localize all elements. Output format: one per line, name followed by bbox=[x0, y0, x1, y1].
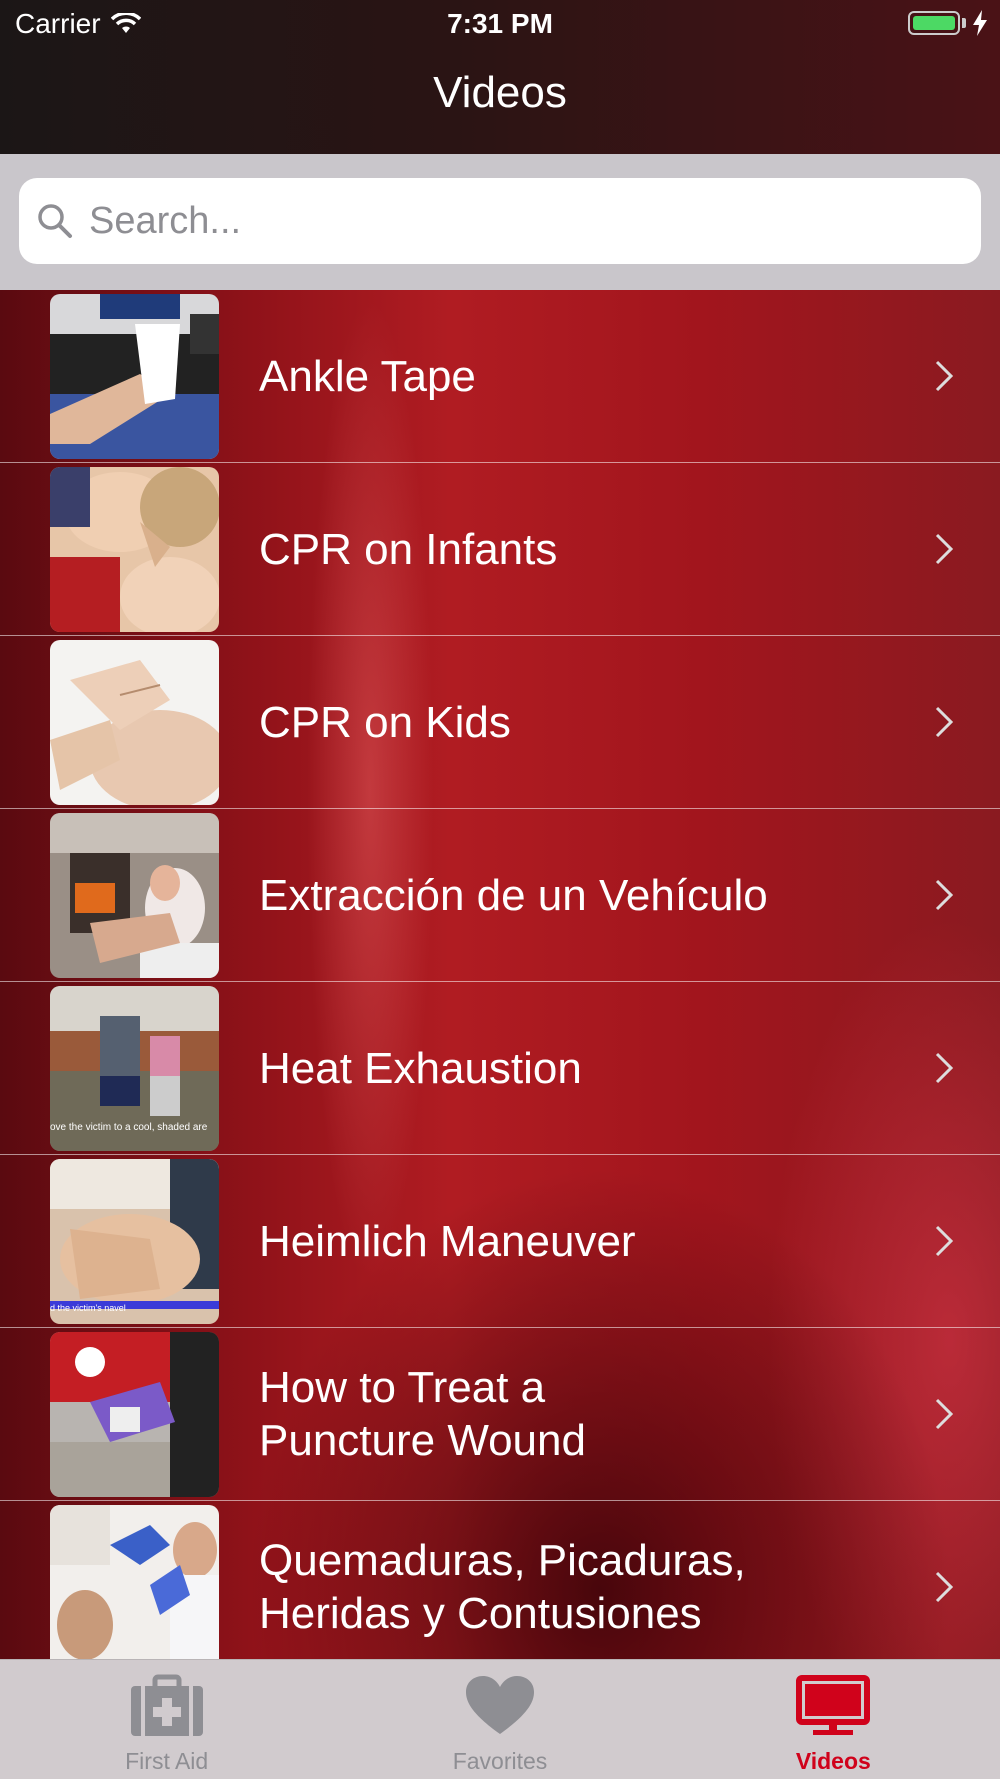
tab-favorites[interactable]: Favorites bbox=[333, 1660, 666, 1779]
chevron-right-icon bbox=[935, 360, 954, 392]
status-time: 7:31 PM bbox=[447, 8, 553, 39]
chevron-right-icon bbox=[935, 1571, 954, 1603]
video-row-extraccion[interactable]: Extracción de un Vehículo bbox=[0, 809, 1000, 982]
video-title: CPR on Kids bbox=[259, 697, 511, 747]
chevron-right-icon bbox=[935, 533, 954, 565]
video-title: How to Treat a Puncture Wound bbox=[259, 1363, 586, 1465]
video-thumbnail bbox=[50, 1332, 219, 1497]
video-row-cpr-infants[interactable]: CPR on Infants bbox=[0, 463, 1000, 636]
chevron-right-icon bbox=[935, 1052, 954, 1084]
video-thumbnail bbox=[50, 294, 219, 459]
video-thumbnail bbox=[50, 1505, 219, 1659]
chevron-right-icon bbox=[935, 706, 954, 738]
video-row-heat-exhaustion[interactable]: ove the victim to a cool, shaded are Hea… bbox=[0, 982, 1000, 1155]
video-thumbnail bbox=[50, 813, 219, 978]
tab-label: Videos bbox=[795, 1748, 871, 1774]
video-title: Ankle Tape bbox=[259, 351, 476, 401]
video-row-ankle-tape[interactable]: Ankle Tape bbox=[0, 290, 1000, 463]
charging-bolt-icon bbox=[973, 10, 987, 36]
tab-videos[interactable]: Videos bbox=[667, 1660, 1000, 1779]
search-icon bbox=[38, 204, 72, 238]
tab-first-aid[interactable]: First Aid bbox=[0, 1660, 333, 1779]
chevron-right-icon bbox=[935, 1398, 954, 1430]
video-title: Heat Exhaustion bbox=[259, 1043, 582, 1093]
tab-label: Favorites bbox=[452, 1748, 548, 1774]
status-right bbox=[908, 10, 988, 36]
battery-icon bbox=[908, 11, 960, 35]
video-thumbnail bbox=[50, 640, 219, 805]
page-title: Videos bbox=[433, 68, 567, 117]
video-title: Extracción de un Vehículo bbox=[259, 870, 768, 920]
video-thumbnail bbox=[50, 467, 219, 632]
video-title: Quemaduras, Picaduras, Heridas y Contusi… bbox=[259, 1536, 746, 1638]
tv-icon bbox=[796, 1675, 871, 1735]
video-title: CPR on Infants bbox=[259, 524, 558, 574]
tab-label: First Aid bbox=[125, 1748, 209, 1774]
video-row-cpr-kids[interactable]: CPR on Kids bbox=[0, 636, 1000, 809]
chevron-right-icon bbox=[935, 879, 954, 911]
search-input[interactable] bbox=[87, 198, 941, 244]
search-field[interactable] bbox=[19, 178, 981, 264]
video-thumbnail: d the victim's navel bbox=[50, 1159, 219, 1324]
video-title: Heimlich Maneuver bbox=[259, 1216, 636, 1266]
video-row-heimlich[interactable]: d the victim's navel Heimlich Maneuver bbox=[0, 1155, 1000, 1328]
battery-tip bbox=[962, 18, 966, 28]
search-bar bbox=[0, 154, 1000, 290]
tab-bar: First Aid Favorites Videos bbox=[0, 1659, 1000, 1779]
video-row-quemaduras[interactable]: Quemaduras, Picaduras, Heridas y Contusi… bbox=[0, 1501, 1000, 1659]
video-caption: ove the victim to a cool, shaded are bbox=[50, 1122, 208, 1133]
chevron-right-icon bbox=[935, 1225, 954, 1257]
heart-icon bbox=[465, 1676, 534, 1734]
video-list[interactable]: Ankle Tape CPR on Infants CPR on Kids Ex… bbox=[0, 290, 1000, 1659]
first-aid-kit-icon bbox=[130, 1674, 203, 1736]
video-caption: d the victim's navel bbox=[50, 1303, 126, 1313]
status-bar: Carrier 7:31 PM bbox=[0, 0, 1000, 50]
video-thumbnail: ove the victim to a cool, shaded are bbox=[50, 986, 219, 1151]
video-row-puncture-wound[interactable]: How to Treat a Puncture Wound bbox=[0, 1328, 1000, 1501]
